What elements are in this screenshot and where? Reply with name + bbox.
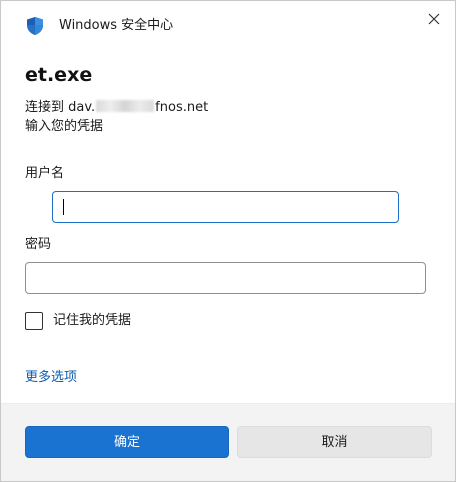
username-field[interactable] [52, 191, 399, 223]
button-bar: 确定 取消 [1, 403, 455, 481]
remember-checkbox[interactable] [25, 312, 43, 330]
shield-icon [25, 16, 45, 36]
connection-prefix: 连接到 dav. [25, 100, 96, 115]
username-label: 用户名 [25, 166, 65, 181]
close-button[interactable] [419, 7, 449, 31]
app-name: et.exe [25, 64, 93, 86]
more-options-link[interactable]: 更多选项 [25, 370, 77, 386]
password-label: 密码 [25, 237, 52, 252]
redacted-region [96, 100, 155, 112]
cancel-button[interactable]: 取消 [237, 426, 432, 458]
connection-suffix: fnos.net [155, 100, 209, 115]
remember-label: 记住我的凭据 [53, 313, 132, 328]
instruction-text: 输入您的凭据 [25, 119, 104, 134]
ok-button[interactable]: 确定 [25, 426, 229, 458]
connection-target: 连接到 dav. fnos.net [25, 100, 208, 116]
close-icon [428, 10, 440, 29]
text-caret [63, 199, 64, 215]
title-bar: Windows 安全中心 [1, 1, 455, 49]
remember-credentials[interactable]: 记住我的凭据 [25, 311, 131, 331]
password-field[interactable] [25, 262, 426, 294]
credential-dialog: Windows 安全中心 et.exe 连接到 dav. fnos.net 输入您… [0, 0, 456, 482]
window-title: Windows 安全中心 [59, 18, 174, 33]
